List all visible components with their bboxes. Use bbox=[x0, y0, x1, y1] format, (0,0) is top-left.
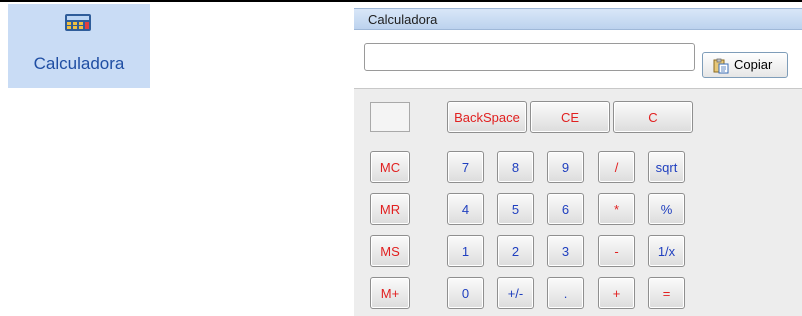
digit-7-button[interactable]: 7 bbox=[447, 151, 484, 183]
launcher-label: Calculadora bbox=[33, 54, 125, 73]
calculator-launcher-tile[interactable]: Calculadora bbox=[8, 4, 150, 88]
top-border bbox=[0, 0, 802, 2]
digit-3-button[interactable]: 3 bbox=[547, 235, 584, 267]
calculator-display[interactable] bbox=[364, 43, 695, 71]
memory-clear-button[interactable]: MC bbox=[370, 151, 410, 183]
digit-4-button[interactable]: 4 bbox=[447, 193, 484, 225]
backspace-button[interactable]: BackSpace bbox=[447, 101, 527, 133]
copy-button[interactable]: Copiar bbox=[702, 52, 788, 78]
calculator-icon bbox=[65, 14, 91, 31]
clear-entry-button[interactable]: CE bbox=[530, 101, 610, 133]
add-button[interactable]: + bbox=[598, 277, 635, 309]
copy-button-label: Copiar bbox=[734, 57, 773, 72]
digit-9-button[interactable]: 9 bbox=[547, 151, 584, 183]
sqrt-button[interactable]: sqrt bbox=[648, 151, 685, 183]
memory-add-button[interactable]: M+ bbox=[370, 277, 410, 309]
memory-indicator bbox=[370, 102, 410, 132]
digit-8-button[interactable]: 8 bbox=[497, 151, 534, 183]
window-title: Calculadora bbox=[368, 12, 438, 27]
memory-recall-button[interactable]: MR bbox=[370, 193, 410, 225]
sign-toggle-button[interactable]: +/- bbox=[497, 277, 534, 309]
digit-2-button[interactable]: 2 bbox=[497, 235, 534, 267]
calculator-window: Calculadora Copiar BackSpace CE C MC MR … bbox=[354, 8, 802, 316]
digit-6-button[interactable]: 6 bbox=[547, 193, 584, 225]
decimal-point-button[interactable]: . bbox=[547, 277, 584, 309]
subtract-button[interactable]: - bbox=[598, 235, 635, 267]
divide-button[interactable]: / bbox=[598, 151, 635, 183]
digit-0-button[interactable]: 0 bbox=[447, 277, 484, 309]
window-title-bar: Calculadora bbox=[354, 8, 802, 30]
reciprocal-button[interactable]: 1/x bbox=[648, 235, 685, 267]
memory-store-button[interactable]: MS bbox=[370, 235, 410, 267]
clipboard-copy-icon bbox=[713, 58, 729, 74]
equals-button[interactable]: = bbox=[648, 277, 685, 309]
multiply-button[interactable]: * bbox=[598, 193, 635, 225]
percent-button[interactable]: % bbox=[648, 193, 685, 225]
digit-1-button[interactable]: 1 bbox=[447, 235, 484, 267]
clear-button[interactable]: C bbox=[613, 101, 693, 133]
digit-5-button[interactable]: 5 bbox=[497, 193, 534, 225]
